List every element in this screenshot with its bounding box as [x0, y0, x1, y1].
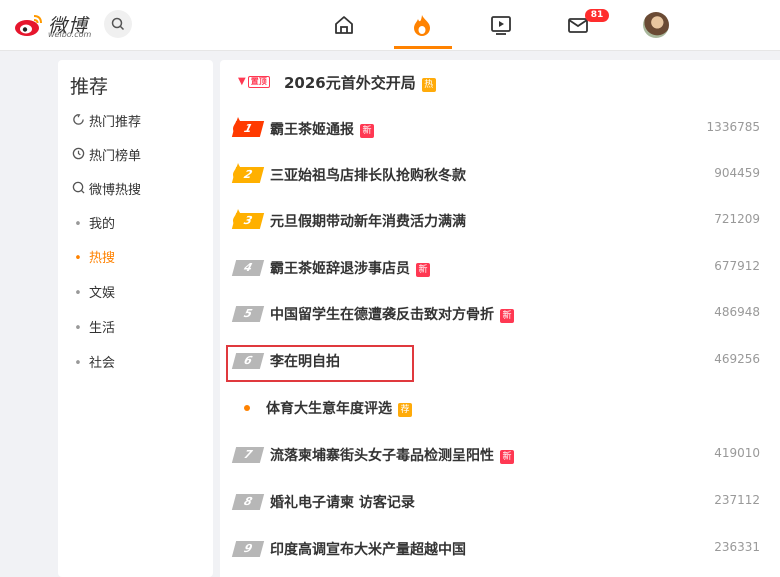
new-tag: 新	[416, 263, 430, 277]
hot-tag: 热	[421, 78, 436, 92]
flame-icon	[414, 15, 430, 36]
rank-badge: 6	[231, 353, 265, 369]
top-navigation-bar: 微博 weibo.com 81	[0, 0, 780, 51]
sidebar-item-hot-recommend[interactable]: 热门推荐	[70, 112, 141, 134]
hot-topic-row[interactable]: 9 印度高调宣布大米产量超越中国 236331	[220, 531, 780, 565]
search-button[interactable]	[104, 10, 132, 38]
sidebar-item-label: 热门榜单	[89, 149, 142, 164]
hot-topic-row[interactable]: 5 中国留学生在德遭袭反击致对方骨折新 486948	[220, 296, 780, 330]
heat-count: 1336785	[706, 120, 760, 134]
sidebar-item-weibo-hot-search[interactable]: 微博热搜	[70, 180, 141, 202]
sidebar-item-label: 社会	[89, 356, 116, 371]
hot-topic-row[interactable]: 2 三亚始祖鸟店排长队抢购秋冬款 904459	[220, 157, 780, 191]
hot-topic-row[interactable]: 7 流落柬埔寨街头女子毒品检测呈阳性新 419010	[220, 437, 780, 471]
heat-count: 236331	[714, 540, 760, 554]
bullet-dot: •	[74, 286, 82, 301]
hot-topic-row[interactable]: 8 婚礼电子请柬 访客记录 237112	[220, 484, 780, 518]
new-tag: 新	[500, 450, 514, 464]
topic-title[interactable]: 霸王茶姬通报新	[270, 119, 374, 139]
rank-badge: 3	[231, 213, 265, 229]
new-tag: 新	[500, 309, 514, 323]
rank-badge: 8	[231, 494, 265, 510]
topic-title[interactable]: 三亚始祖鸟店排长队抢购秋冬款	[270, 165, 466, 185]
sidebar-item-label: 微博热搜	[89, 183, 142, 198]
topic-title[interactable]: 李在明自拍	[270, 351, 340, 371]
promoted-dot	[244, 405, 250, 411]
topic-title[interactable]: 2026元首外交开局热	[284, 72, 436, 93]
recommend-tag: 荐	[398, 403, 412, 417]
sidebar-item-label: 文娱	[89, 286, 116, 301]
pinned-topic-row[interactable]: ▼ 置顶 2026元首外交开局热	[220, 64, 780, 98]
promoted-topic-row[interactable]: 体育大生意年度评选荐	[220, 390, 780, 424]
notification-badge: 81	[585, 9, 609, 22]
topic-title[interactable]: 流落柬埔寨街头女子毒品检测呈阳性新	[270, 445, 514, 465]
bullet-dot: •	[74, 251, 82, 266]
hot-topic-row[interactable]: 1 霸王茶姬通报新 1336785	[220, 111, 780, 145]
heat-count: 486948	[714, 305, 760, 319]
topic-title[interactable]: 体育大生意年度评选荐	[266, 398, 412, 418]
topic-title[interactable]: 中国留学生在德遭袭反击致对方骨折新	[270, 304, 514, 324]
sidebar-item-label: 我的	[89, 217, 116, 232]
home-icon	[335, 16, 353, 34]
heat-count: 677912	[714, 259, 760, 273]
sidebar-item-label: 热搜	[89, 251, 116, 266]
weibo-eye-icon	[15, 15, 42, 36]
rank-badge: 4	[231, 260, 265, 276]
rank-badge: 9	[231, 541, 265, 557]
heat-count: 419010	[714, 446, 760, 460]
active-tab-indicator	[394, 46, 452, 49]
sidebar: 推荐 热门推荐 热门榜单 微博热搜 • 我的 • 热搜 • 文娱 • 生活 • 社会	[58, 60, 213, 577]
sidebar-item-hot-search[interactable]: • 热搜	[70, 248, 115, 270]
rank-badge: 7	[231, 447, 265, 463]
clock-icon	[70, 146, 86, 168]
sidebar-item-hot-rankings[interactable]: 热门榜单	[70, 146, 141, 168]
home-nav-button[interactable]	[331, 12, 357, 38]
heat-count: 721209	[714, 212, 760, 226]
refresh-icon	[70, 112, 86, 134]
weibo-logo[interactable]: 微博 weibo.com	[14, 10, 94, 40]
hot-topic-row[interactable]: 3 元旦假期带动新年消费活力满满 721209	[220, 203, 780, 237]
sidebar-item-label: 生活	[89, 321, 116, 336]
pinned-label: ▼ 置顶	[238, 76, 270, 88]
hot-search-list: ▼ 置顶 2026元首外交开局热 1 霸王茶姬通报新 1336785 2 三亚始祖…	[220, 60, 780, 577]
hot-nav-button[interactable]	[409, 12, 435, 38]
hot-topic-row[interactable]: 4 霸王茶姬辞退涉事店员新 677912	[220, 250, 780, 284]
topic-title[interactable]: 元旦假期带动新年消费活力满满	[270, 211, 466, 231]
user-avatar[interactable]	[643, 12, 669, 38]
rank-badge: 1	[231, 121, 265, 137]
sidebar-title: 推荐	[70, 76, 109, 98]
video-nav-button[interactable]	[488, 12, 514, 38]
new-tag: 新	[360, 124, 374, 138]
sidebar-item-society[interactable]: • 社会	[70, 353, 115, 375]
bullet-dot: •	[74, 321, 82, 336]
search-icon	[111, 17, 125, 31]
heat-count: 469256	[714, 352, 760, 366]
sidebar-item-label: 热门推荐	[89, 115, 142, 130]
topic-title[interactable]: 霸王茶姬辞退涉事店员新	[270, 258, 430, 278]
bullet-dot: •	[74, 356, 82, 371]
rank-badge: 2	[231, 167, 265, 183]
sidebar-item-life[interactable]: • 生活	[70, 318, 115, 340]
topic-title[interactable]: 婚礼电子请柬 访客记录	[270, 492, 415, 512]
video-play-icon	[491, 16, 511, 35]
search-icon	[70, 180, 86, 202]
bullet-dot: •	[74, 217, 82, 232]
heat-count: 904459	[714, 166, 760, 180]
heat-count: 237112	[714, 493, 760, 507]
sidebar-item-mine[interactable]: • 我的	[70, 214, 115, 236]
topic-title[interactable]: 印度高调宣布大米产量超越中国	[270, 539, 466, 559]
hot-topic-row[interactable]: 6 李在明自拍 469256	[220, 343, 780, 377]
brand-domain: weibo.com	[48, 30, 92, 39]
rank-badge: 5	[231, 306, 265, 322]
sidebar-item-entertainment[interactable]: • 文娱	[70, 283, 115, 305]
pin-arrow-icon: ▼	[238, 76, 246, 87]
